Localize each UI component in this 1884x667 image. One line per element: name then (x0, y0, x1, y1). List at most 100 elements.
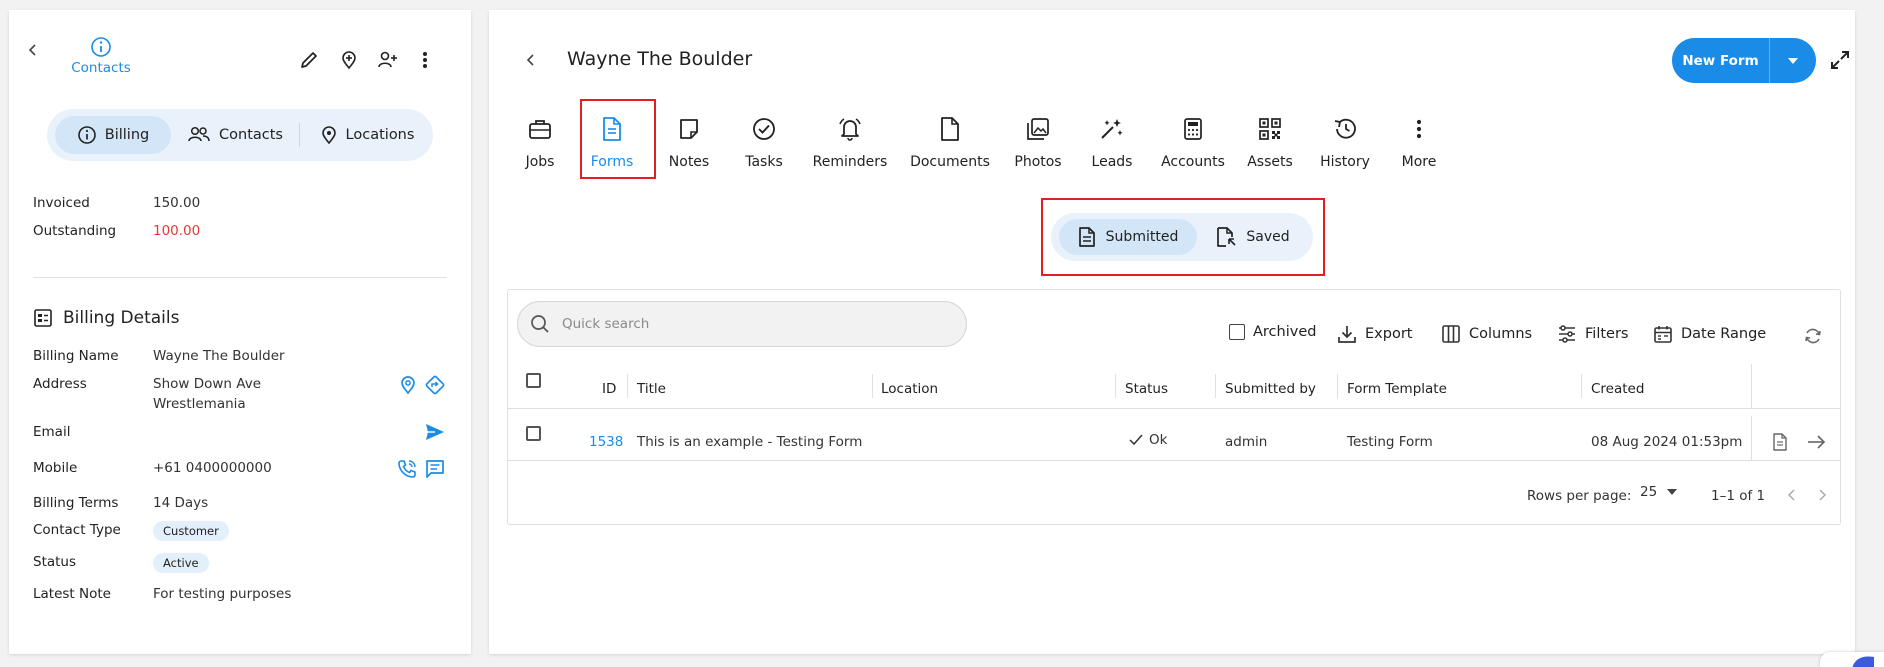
search-input[interactable]: Quick search (517, 301, 967, 347)
row-id-link[interactable]: 1538 (589, 434, 623, 450)
page-title: Wayne The Boulder (567, 48, 753, 70)
submitted-toggle-button[interactable]: Submitted (1059, 219, 1197, 255)
submitted-label: Submitted (1105, 229, 1179, 245)
row-checkbox[interactable] (526, 426, 541, 441)
location-pin-icon (321, 126, 336, 145)
nav-tab-label: Tasks (745, 154, 783, 170)
saved-label: Saved (1246, 229, 1290, 245)
chevron-left-icon (526, 54, 534, 66)
more-options-button[interactable] (417, 48, 433, 72)
download-icon (1338, 326, 1356, 343)
checkmark-icon (1129, 434, 1143, 446)
sms-button[interactable] (423, 457, 447, 481)
status-label: Status (33, 554, 77, 570)
billing-terms-value: 14 Days (153, 495, 209, 511)
archived-checkbox[interactable]: Archived (1229, 324, 1316, 340)
rows-per-page-select[interactable]: 25 (1640, 484, 1678, 500)
search-icon (531, 315, 549, 333)
location-pin-icon (401, 376, 415, 395)
nav-tab-photos[interactable]: Photos (1013, 114, 1063, 170)
outstanding-label: Outstanding (33, 223, 117, 239)
caret-down-icon (1667, 489, 1678, 495)
nav-tab-history[interactable]: History (1306, 114, 1384, 170)
phone-icon (398, 460, 416, 478)
contact-sidebar: Contacts Billing Contacts Locations Invo… (9, 10, 471, 654)
nav-tab-notes[interactable]: Notes (664, 114, 714, 170)
nav-tab-reminders[interactable]: Reminders (807, 114, 893, 170)
previous-page-button[interactable] (1783, 484, 1801, 506)
rows-per-page-label: Rows per page: (1527, 488, 1632, 504)
columns-button[interactable]: Columns (1441, 324, 1532, 344)
row-created: 08 Aug 2024 01:53pm (1591, 434, 1743, 450)
refresh-button[interactable] (1801, 324, 1825, 348)
saved-toggle-button[interactable]: Saved (1199, 219, 1307, 255)
check-circle-icon (753, 118, 775, 140)
column-separator (872, 374, 873, 398)
expand-button[interactable] (1827, 47, 1853, 73)
date-range-button[interactable]: Date Range (1653, 324, 1766, 344)
edit-button[interactable] (297, 48, 321, 72)
sparkle-wand-icon (1101, 119, 1123, 139)
date-range-label: Date Range (1681, 326, 1767, 342)
nav-tab-tasks[interactable]: Tasks (739, 114, 789, 170)
column-separator (1337, 374, 1338, 398)
map-location-button[interactable] (397, 373, 419, 397)
nav-tab-label: Accounts (1161, 154, 1225, 170)
section-tabs: Billing Contacts Locations (47, 109, 433, 161)
directions-button[interactable] (423, 373, 447, 397)
back-button[interactable] (23, 40, 43, 60)
tab-locations[interactable]: Locations (305, 116, 429, 154)
actions-column-divider (1751, 364, 1752, 408)
column-header-location[interactable]: Location (881, 381, 938, 397)
contact-type-badge: Customer (153, 521, 229, 541)
export-button[interactable]: Export (1337, 324, 1412, 344)
tab-divider (299, 123, 300, 147)
view-form-pdf-button[interactable] (1769, 431, 1791, 453)
nav-tab-assets[interactable]: Assets (1241, 114, 1299, 170)
chevron-left-icon (1788, 489, 1795, 501)
tab-billing[interactable]: Billing (55, 116, 171, 154)
column-separator (627, 374, 628, 398)
briefcase-icon (529, 120, 551, 139)
add-contact-button[interactable] (375, 48, 401, 72)
back-button[interactable] (521, 50, 541, 70)
tab-contacts[interactable]: Contacts (175, 116, 295, 154)
info-icon (77, 126, 96, 144)
column-header-submitted-by[interactable]: Submitted by (1225, 381, 1316, 397)
nav-tab-documents[interactable]: Documents (907, 114, 993, 170)
corner-widget-button[interactable] (1820, 652, 1884, 667)
new-form-button[interactable]: New Form (1672, 38, 1769, 83)
call-button[interactable] (395, 457, 419, 481)
column-header-id[interactable]: ID (602, 381, 616, 397)
columns-icon (1442, 325, 1460, 343)
column-header-created[interactable]: Created (1591, 381, 1644, 397)
column-header-form-template[interactable]: Form Template (1347, 381, 1447, 397)
billing-terms-label: Billing Terms (33, 495, 119, 511)
new-form-dropdown-button[interactable] (1770, 38, 1816, 83)
nav-tab-more[interactable]: More (1389, 114, 1449, 170)
nav-tab-accounts[interactable]: Accounts (1159, 114, 1227, 170)
open-row-button[interactable] (1805, 431, 1827, 453)
nav-tab-label: Jobs (525, 154, 555, 170)
filters-button[interactable]: Filters (1557, 324, 1628, 344)
document-icon (1773, 433, 1787, 451)
nav-tab-label: Notes (668, 154, 710, 170)
next-page-button[interactable] (1813, 484, 1831, 506)
nav-tab-label: More (1401, 154, 1437, 170)
nav-tab-leads[interactable]: Leads (1087, 114, 1137, 170)
row-form-template: Testing Form (1347, 434, 1433, 450)
contacts-info-button[interactable]: Contacts (61, 36, 141, 76)
column-header-status[interactable]: Status (1125, 381, 1168, 397)
columns-label: Columns (1469, 326, 1533, 342)
mobile-value: +61 0400000000 (153, 460, 272, 476)
search-placeholder: Quick search (562, 316, 650, 332)
new-form-split-button: New Form (1672, 38, 1816, 83)
forms-highlight-box (580, 99, 656, 179)
add-location-button[interactable] (337, 48, 361, 72)
qr-code-icon (1259, 118, 1281, 140)
nav-tab-jobs[interactable]: Jobs (517, 114, 563, 170)
document-saved-icon (1217, 227, 1236, 247)
send-email-button[interactable] (423, 421, 447, 443)
column-header-title[interactable]: Title (637, 381, 666, 397)
select-all-checkbox[interactable] (526, 373, 541, 388)
